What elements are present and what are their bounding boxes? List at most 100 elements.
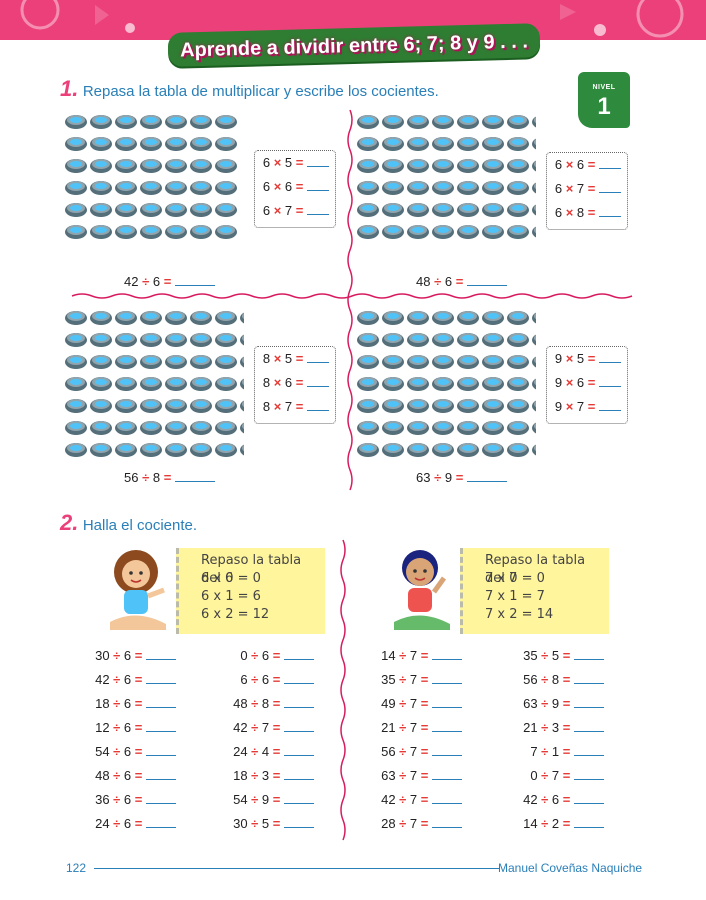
answer-blank[interactable] — [432, 659, 462, 660]
note-line: 6 x 2 = 12 — [201, 607, 270, 622]
problem: 0 ÷ 6 = — [210, 644, 314, 668]
bottle-cap — [532, 138, 536, 150]
hint-line: 9 × 6 = — [547, 371, 627, 395]
answer-blank[interactable] — [599, 362, 621, 363]
answer-blank[interactable] — [432, 755, 462, 756]
bottle-cap — [165, 421, 187, 435]
answer-blank[interactable] — [432, 707, 462, 708]
answer-blank[interactable] — [307, 410, 329, 411]
bottle-cap — [90, 115, 112, 129]
bottle-cap — [240, 334, 244, 346]
bottle-cap — [357, 203, 379, 217]
bottle-cap — [457, 203, 479, 217]
answer-blank[interactable] — [146, 827, 176, 828]
bottle-cap — [140, 355, 162, 369]
divider-section2 — [340, 539, 346, 841]
bottle-cap — [165, 443, 187, 457]
answer-blank[interactable] — [146, 683, 176, 684]
answer-blank[interactable] — [432, 803, 462, 804]
answer-blank[interactable] — [146, 659, 176, 660]
bottle-cap — [407, 159, 429, 173]
bottle-cap — [507, 225, 529, 239]
hint-line: 8 × 5 = — [255, 347, 335, 371]
problem: 56 ÷ 8 = — [498, 668, 604, 692]
bottle-cap — [507, 311, 529, 325]
multiplication-hint-box: 6 × 5 = 6 × 6 = 6 × 7 = — [254, 150, 336, 228]
answer-blank[interactable] — [599, 216, 621, 217]
bottle-cap — [357, 399, 379, 413]
section2-number: 2. — [60, 510, 79, 535]
problem: 21 ÷ 3 = — [498, 716, 604, 740]
answer-blank[interactable] — [432, 779, 462, 780]
answer-blank[interactable] — [284, 731, 314, 732]
answer-blank[interactable] — [574, 683, 604, 684]
bottle-cap — [482, 181, 504, 195]
bottle-cap — [65, 333, 87, 347]
answer-blank[interactable] — [574, 803, 604, 804]
section2-instruction: Halla el cociente. — [82, 517, 198, 534]
answer-blank[interactable] — [146, 731, 176, 732]
answer-blank[interactable] — [599, 168, 621, 169]
bottle-cap — [532, 116, 536, 128]
answer-blank[interactable] — [599, 410, 621, 411]
answer-blank[interactable] — [307, 386, 329, 387]
problem-column-3: 14 ÷ 7 = 35 ÷ 7 = 49 ÷ 7 = 21 ÷ 7 = 56 ÷… — [358, 644, 462, 836]
answer-blank[interactable] — [284, 827, 314, 828]
answer-blank[interactable] — [174, 285, 215, 286]
bottle-cap — [65, 181, 87, 195]
bottle-cap — [115, 137, 137, 151]
answer-blank[interactable] — [146, 803, 176, 804]
bottle-cap — [457, 355, 479, 369]
problem: 35 ÷ 7 = — [358, 668, 462, 692]
answer-blank[interactable] — [146, 779, 176, 780]
answer-blank[interactable] — [284, 779, 314, 780]
bottle-cap — [382, 311, 404, 325]
bottle-cap — [507, 399, 529, 413]
bottle-cap — [215, 203, 237, 217]
problem: 7 ÷ 1 = — [498, 740, 604, 764]
answer-blank[interactable] — [574, 779, 604, 780]
answer-blank[interactable] — [466, 285, 507, 286]
division-question: 42 ÷ 6 = — [124, 274, 215, 289]
answer-blank[interactable] — [307, 214, 329, 215]
bottle-cap — [165, 137, 187, 151]
answer-blank[interactable] — [574, 755, 604, 756]
problem: 6 ÷ 6 = — [210, 668, 314, 692]
answer-blank[interactable] — [174, 481, 215, 482]
answer-blank[interactable] — [307, 362, 329, 363]
answer-blank[interactable] — [307, 166, 329, 167]
bottle-cap — [140, 137, 162, 151]
bottle-cap — [140, 377, 162, 391]
answer-blank[interactable] — [574, 659, 604, 660]
bottle-cap — [507, 355, 529, 369]
answer-blank[interactable] — [432, 827, 462, 828]
answer-blank[interactable] — [284, 803, 314, 804]
bottle-cap — [190, 443, 212, 457]
bottle-cap — [482, 377, 504, 391]
bottle-cap — [190, 225, 212, 239]
bottle-cap — [457, 225, 479, 239]
answer-blank[interactable] — [574, 707, 604, 708]
answer-blank[interactable] — [307, 190, 329, 191]
bottle-cap — [407, 181, 429, 195]
answer-blank[interactable] — [599, 192, 621, 193]
answer-blank[interactable] — [432, 731, 462, 732]
bottle-cap — [190, 333, 212, 347]
bottle-cap — [240, 422, 244, 434]
bottle-cap — [215, 355, 237, 369]
answer-blank[interactable] — [284, 683, 314, 684]
answer-blank[interactable] — [284, 755, 314, 756]
answer-blank[interactable] — [432, 683, 462, 684]
answer-blank[interactable] — [146, 755, 176, 756]
answer-blank[interactable] — [574, 731, 604, 732]
bottle-cap — [90, 311, 112, 325]
answer-blank[interactable] — [146, 707, 176, 708]
answer-blank[interactable] — [466, 481, 507, 482]
answer-blank[interactable] — [284, 659, 314, 660]
answer-blank[interactable] — [574, 827, 604, 828]
answer-blank[interactable] — [284, 707, 314, 708]
bottle-cap — [407, 421, 429, 435]
hint-line: 6 × 5 = — [255, 151, 335, 175]
answer-blank[interactable] — [599, 386, 621, 387]
bottle-cap — [165, 203, 187, 217]
